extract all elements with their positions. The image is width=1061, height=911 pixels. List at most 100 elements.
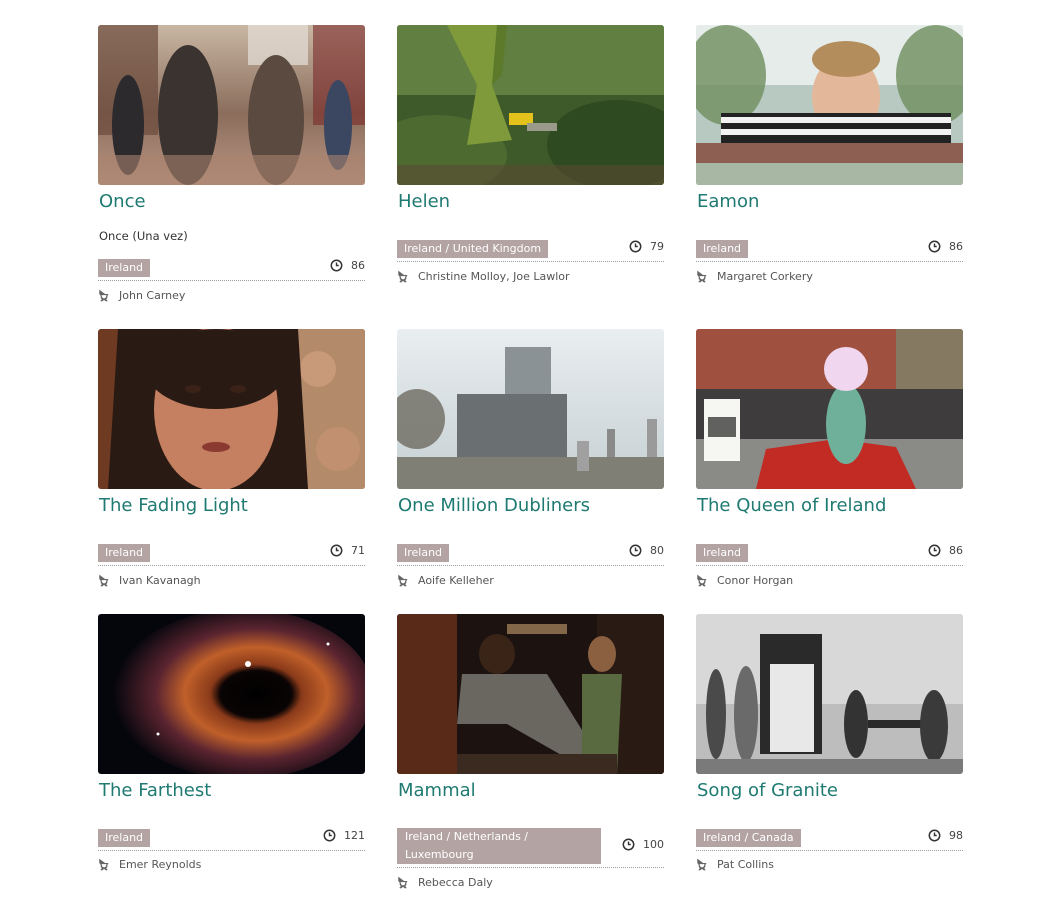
runtime-value: 86 — [949, 240, 963, 253]
director-row: Pat Collins — [696, 858, 774, 871]
director-name[interactable]: Emer Reynolds — [119, 858, 201, 871]
director-name[interactable]: Pat Collins — [717, 858, 774, 871]
director-name[interactable]: Christine Molloy, Joe Lawlor — [418, 270, 570, 283]
film-meta-row: Ireland / United Kingdom 79 — [397, 239, 664, 262]
runtime-value: 86 — [351, 259, 365, 272]
country-badge[interactable]: Ireland — [98, 829, 151, 847]
director-row: Aoife Kelleher — [397, 574, 494, 587]
director-row: Ivan Kavanagh — [98, 574, 201, 587]
director-row: Margaret Corkery — [696, 270, 813, 283]
director-chair-icon — [697, 858, 707, 871]
runtime: 71 — [330, 544, 365, 557]
film-poster-image[interactable] — [696, 25, 963, 185]
director-name[interactable]: John Carney — [119, 289, 185, 302]
runtime-value: 121 — [344, 829, 365, 842]
film-title[interactable]: Mammal — [398, 780, 476, 801]
runtime-value: 79 — [650, 240, 664, 253]
film-title[interactable]: Helen — [398, 191, 450, 212]
film-title[interactable]: One Million Dubliners — [398, 495, 590, 516]
director-name[interactable]: Margaret Corkery — [717, 270, 813, 283]
film-card: Helen Ireland / United Kingdom 79 Christ… — [397, 25, 664, 283]
director-row: Emer Reynolds — [98, 858, 201, 871]
clock-icon — [928, 829, 941, 842]
film-poster-image[interactable] — [696, 614, 963, 774]
runtime-value: 80 — [650, 544, 664, 557]
director-name[interactable]: Rebecca Daly — [418, 876, 493, 889]
film-poster-image[interactable] — [397, 329, 664, 489]
film-card: Mammal Ireland / Netherlands / Luxembour… — [397, 614, 664, 889]
film-title[interactable]: Eamon — [697, 191, 759, 212]
runtime-value: 100 — [643, 838, 664, 851]
country-badge[interactable]: Ireland — [696, 240, 749, 258]
film-title[interactable]: Once — [99, 191, 146, 212]
director-chair-icon — [398, 876, 408, 889]
clock-icon — [629, 240, 642, 253]
director-chair-icon — [697, 574, 707, 587]
director-chair-icon — [398, 270, 408, 283]
film-card: Song of Granite Ireland / Canada 98 Pat … — [696, 614, 963, 871]
director-chair-icon — [99, 289, 109, 302]
film-card: The Queen of Ireland Ireland 86 Conor Ho… — [696, 329, 963, 587]
director-row: Rebecca Daly — [397, 876, 493, 889]
clock-icon — [330, 544, 343, 557]
runtime: 98 — [928, 829, 963, 842]
director-chair-icon — [99, 858, 109, 871]
film-poster-image[interactable] — [98, 614, 365, 774]
clock-icon — [629, 544, 642, 557]
film-meta-row: Ireland 121 — [98, 828, 365, 851]
country-badge[interactable]: Ireland — [397, 544, 450, 562]
film-meta-row: Ireland 86 — [696, 239, 963, 262]
runtime-value: 98 — [949, 829, 963, 842]
film-title[interactable]: The Fading Light — [99, 495, 248, 516]
original-title: Once (Una vez) — [99, 229, 188, 243]
clock-icon — [622, 838, 635, 851]
clock-icon — [928, 240, 941, 253]
country-badge[interactable]: Ireland — [696, 544, 749, 562]
runtime-value: 71 — [351, 544, 365, 557]
clock-icon — [330, 259, 343, 272]
country-badge[interactable]: Ireland / Canada — [696, 829, 801, 847]
director-row: Christine Molloy, Joe Lawlor — [397, 270, 570, 283]
film-meta-row: Ireland 86 — [98, 258, 365, 281]
film-meta-row: Ireland 71 — [98, 543, 365, 566]
film-card: The Fading Light Ireland 71 Ivan Kavanag… — [98, 329, 365, 587]
film-card: One Million Dubliners Ireland 80 Aoife K… — [397, 329, 664, 587]
director-row: Conor Horgan — [696, 574, 793, 587]
director-chair-icon — [697, 270, 707, 283]
runtime: 86 — [330, 259, 365, 272]
runtime: 121 — [323, 829, 365, 842]
runtime-value: 86 — [949, 544, 963, 557]
director-row: John Carney — [98, 289, 185, 302]
clock-icon — [323, 829, 336, 842]
film-poster-image[interactable] — [397, 25, 664, 185]
runtime: 86 — [928, 544, 963, 557]
film-poster-image[interactable] — [98, 25, 365, 185]
film-card: The Farthest Ireland 121 Emer Reynolds — [98, 614, 365, 871]
film-meta-row: Ireland 86 — [696, 543, 963, 566]
country-badge[interactable]: Ireland — [98, 259, 151, 277]
film-card: Eamon Ireland 86 Margaret Corkery — [696, 25, 963, 283]
film-title[interactable]: The Queen of Ireland — [697, 495, 886, 516]
film-poster-image[interactable] — [397, 614, 664, 774]
film-meta-row: Ireland 80 — [397, 543, 664, 566]
runtime: 86 — [928, 240, 963, 253]
film-card: Once Once (Una vez) Ireland 86 John Carn… — [98, 25, 365, 302]
film-meta-row: Ireland / Canada 98 — [696, 828, 963, 851]
film-poster-image[interactable] — [98, 329, 365, 489]
director-name[interactable]: Conor Horgan — [717, 574, 793, 587]
director-chair-icon — [398, 574, 408, 587]
film-meta-row: Ireland / Netherlands / Luxembourg 100 — [397, 828, 664, 868]
director-name[interactable]: Aoife Kelleher — [418, 574, 494, 587]
country-badge[interactable]: Ireland / United Kingdom — [397, 240, 549, 258]
runtime: 100 — [622, 838, 664, 851]
director-name[interactable]: Ivan Kavanagh — [119, 574, 201, 587]
country-badge[interactable]: Ireland / Netherlands / Luxembourg — [397, 828, 601, 864]
film-title[interactable]: The Farthest — [99, 780, 211, 801]
runtime: 79 — [629, 240, 664, 253]
film-title[interactable]: Song of Granite — [697, 780, 838, 801]
film-poster-image[interactable] — [696, 329, 963, 489]
runtime: 80 — [629, 544, 664, 557]
clock-icon — [928, 544, 941, 557]
country-badge[interactable]: Ireland — [98, 544, 151, 562]
film-grid: Once Once (Una vez) Ireland 86 John Carn… — [0, 0, 1061, 911]
